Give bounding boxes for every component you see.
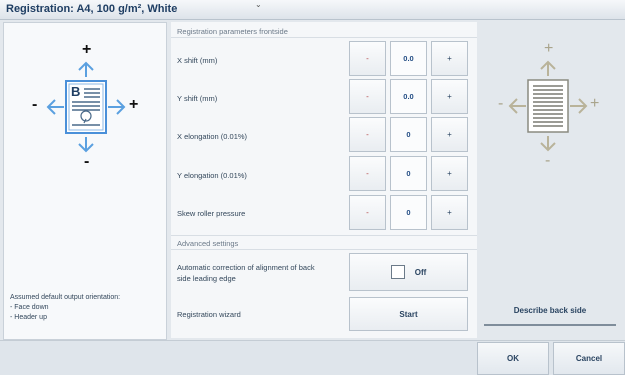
divider xyxy=(171,249,477,250)
auto-correction-label-line: Automatic correction of alignment of bac… xyxy=(177,263,315,272)
window-title: Registration: A4, 100 g/m², White xyxy=(6,3,178,15)
x-elongation-value[interactable]: 0 xyxy=(390,117,427,152)
x-shift-increase-button[interactable]: + xyxy=(431,41,468,76)
y-shift-label: Y shift (mm) xyxy=(177,94,218,103)
registration-wizard-label: Registration wizard xyxy=(177,310,241,319)
section-frontside-label: Registration parameters frontside xyxy=(177,27,288,36)
skew-roller-value[interactable]: 0 xyxy=(390,195,427,230)
skew-roller-label: Skew roller pressure xyxy=(177,209,246,218)
section-advanced-label: Advanced settings xyxy=(177,239,239,248)
y-elongation-value[interactable]: 0 xyxy=(390,156,427,191)
arrow-right-icon xyxy=(108,99,126,115)
skew-roller-decrease-button[interactable]: - xyxy=(349,195,386,230)
x-elongation-increase-button[interactable]: + xyxy=(431,117,468,152)
front-plus-right: + xyxy=(129,96,139,113)
caret-icon: ⌄ xyxy=(255,0,262,9)
y-shift-value[interactable]: 0.0 xyxy=(390,79,427,114)
y-elongation-label: Y elongation (0.01%) xyxy=(177,171,247,180)
auto-correction-label: Automatic correction of alignment of bac… xyxy=(177,262,315,284)
arrow-up-icon xyxy=(78,61,94,77)
arrow-down-icon xyxy=(540,136,556,152)
auto-correction-checkbox[interactable] xyxy=(390,265,405,279)
skew-roller-increase-button[interactable]: + xyxy=(431,195,468,230)
front-minus-bottom: - xyxy=(84,153,90,170)
ok-button[interactable]: OK xyxy=(477,342,549,375)
front-minus-left: - xyxy=(32,96,38,113)
arrow-down-icon xyxy=(78,137,94,153)
y-shift-increase-button[interactable]: + xyxy=(431,79,468,114)
x-elongation-decrease-button[interactable]: - xyxy=(349,117,386,152)
parameters-panel: Registration parameters frontside X shif… xyxy=(171,22,477,338)
arrow-right-icon xyxy=(570,98,588,114)
describe-back-side-button[interactable]: Describe back side xyxy=(484,296,616,326)
orientation-note: Assumed default output orientation: - Fa… xyxy=(10,293,120,323)
x-shift-value[interactable]: 0.0 xyxy=(390,41,427,76)
y-elongation-increase-button[interactable]: + xyxy=(431,156,468,191)
y-elongation-decrease-button[interactable]: - xyxy=(349,156,386,191)
auto-correction-toggle[interactable]: Off xyxy=(349,253,468,291)
arrow-up-icon xyxy=(540,60,556,76)
arrow-left-icon xyxy=(508,98,526,114)
orientation-line: - Header up xyxy=(10,314,47,321)
orientation-heading: Assumed default output orientation: xyxy=(10,294,121,301)
registration-wizard-start-button[interactable]: Start xyxy=(349,297,468,331)
title-bar: Registration: A4, 100 g/m², White ⌄ xyxy=(0,0,625,20)
x-shift-decrease-button[interactable]: - xyxy=(349,41,386,76)
front-plus-top: + xyxy=(82,41,92,58)
divider xyxy=(171,37,477,38)
cancel-button[interactable]: Cancel xyxy=(553,342,625,375)
y-shift-decrease-button[interactable]: - xyxy=(349,79,386,114)
auto-correction-label-line: side leading edge xyxy=(177,274,236,283)
x-elongation-label: X elongation (0.01%) xyxy=(177,132,248,141)
back-minus-bottom: - xyxy=(545,152,551,169)
divider xyxy=(171,235,477,236)
back-plus-right: + xyxy=(590,95,600,112)
back-minus-left: - xyxy=(498,95,504,112)
orientation-line: - Face down xyxy=(10,304,49,311)
page-letter: B xyxy=(71,84,81,99)
front-side-panel: + + - - B Assumed default output orienta… xyxy=(3,22,167,340)
auto-correction-state: Off xyxy=(414,267,427,277)
back-plus-top: + xyxy=(544,40,554,57)
back-side-panel: + + - - Describe back side xyxy=(478,22,622,338)
arrow-left-icon xyxy=(46,99,64,115)
document-page-icon xyxy=(527,79,569,133)
x-shift-label: X shift (mm) xyxy=(177,56,218,65)
